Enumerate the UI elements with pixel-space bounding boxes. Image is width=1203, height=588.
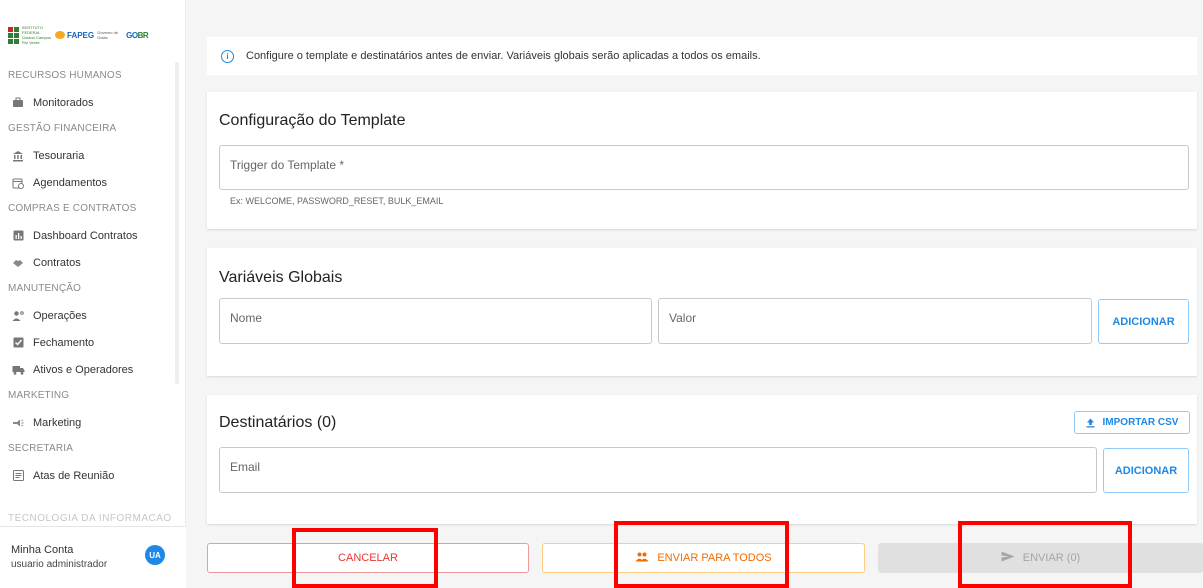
dashboard-icon (11, 229, 25, 243)
sidebar-item-operacoes[interactable]: Operações (0, 302, 176, 329)
send-button[interactable]: ENVIAR (0) (878, 543, 1203, 573)
fapeg-logo-icon (55, 31, 65, 39)
import-csv-button[interactable]: IMPORTAR CSV (1074, 411, 1190, 434)
variable-name-label: Nome (230, 311, 263, 325)
sidebar: INSTITUTO FEDERAL Goiano Campus Rio Verd… (0, 0, 186, 588)
cancel-button[interactable]: CANCELAR (207, 543, 529, 573)
sidebar-item-ativos-e-operadores[interactable]: Ativos e Operadores (0, 356, 176, 383)
account-user: usuario administrador (11, 559, 108, 570)
section-secretaria: SECRETARIA (8, 443, 74, 454)
email-field[interactable]: Email (219, 447, 1097, 493)
section-gestao-financeira: GESTÃO FINANCEIRA (8, 123, 117, 134)
send-to-all-button[interactable]: ENVIAR PARA TODOS (542, 543, 865, 573)
email-field-label: Email (230, 460, 261, 474)
engineering-icon (11, 309, 25, 323)
global-variables-card: Variáveis Globais Nome Valor ADICIONAR (207, 248, 1197, 376)
variable-value-label: Valor (669, 311, 697, 325)
section-recursos-humanos: RECURSOS HUMANOS (8, 70, 122, 81)
sidebar-item-label: Dashboard Contratos (33, 229, 138, 242)
sidebar-item-label: Marketing (33, 416, 82, 429)
card-title: Configuração do Template (219, 112, 406, 129)
account-panel[interactable]: Minha Conta usuario administrador UA (0, 526, 186, 588)
sidebar-item-label: Contratos (33, 256, 81, 269)
card-title: Destinatários (0) (219, 414, 337, 431)
info-text: Configure o template e destinatários ant… (246, 50, 761, 62)
sidebar-item-monitorados[interactable]: Monitorados (0, 89, 176, 116)
sidebar-item-marketing[interactable]: Marketing (0, 409, 176, 436)
if-goiano-logo-icon (8, 26, 19, 44)
avatar[interactable]: UA (145, 545, 165, 565)
section-tecnologia-da-informacao: TECNOLOGIA DA INFORMAÇÃO (8, 513, 172, 521)
megaphone-icon (11, 416, 25, 430)
truck-icon (11, 363, 25, 377)
section-marketing: MARKETING (8, 390, 70, 401)
sidebar-item-fechamento[interactable]: Fechamento (0, 329, 176, 356)
trigger-helper-text: Ex: WELCOME, PASSWORD_RESET, BULK_EMAIL (230, 196, 444, 206)
sidebar-item-label: Monitorados (33, 96, 94, 109)
sidebar-nav: RECURSOS HUMANOS Monitorados GESTÃO FINA… (0, 63, 176, 489)
sidebar-item-label: Atas de Reunião (33, 469, 115, 482)
sidebar-item-label: Ativos e Operadores (33, 363, 134, 376)
info-icon: i (221, 49, 234, 63)
sidebar-item-contratos[interactable]: Contratos (0, 249, 176, 276)
sidebar-scrollbar[interactable] (175, 62, 179, 384)
section-manutencao: MANUTENÇÃO (8, 283, 82, 294)
template-config-card: Configuração do Template Trigger do Temp… (207, 92, 1197, 229)
fapeg-logo: FAPEG (55, 31, 94, 40)
card-title: Variáveis Globais (219, 269, 343, 286)
variable-name-field[interactable]: Nome (219, 298, 652, 344)
send-button-label: ENVIAR (0) (1022, 552, 1081, 564)
gov-logo-text: Governo de Goiás (97, 30, 119, 40)
document-icon (11, 469, 25, 483)
trigger-field-label: Trigger do Template * (230, 158, 345, 172)
if-goiano-logo-text: INSTITUTO FEDERAL Goiano Campus Rio Verd… (22, 25, 51, 45)
send-icon (1001, 551, 1015, 565)
variable-value-field[interactable]: Valor (658, 298, 1092, 344)
bank-icon (11, 149, 25, 163)
sidebar-item-atas-de-reuniao[interactable]: Atas de Reunião (0, 462, 176, 489)
sidebar-item-tesouraria[interactable]: Tesouraria (0, 142, 176, 169)
sidebar-item-label: Fechamento (33, 336, 95, 349)
calendar-clock-icon (11, 176, 25, 190)
sidebar-item-dashboard-contratos[interactable]: Dashboard Contratos (0, 222, 176, 249)
handshake-icon (11, 256, 25, 270)
trigger-field[interactable]: Trigger do Template * (219, 145, 1189, 190)
br-logo: GOBR (126, 30, 149, 40)
sidebar-item-label: Agendamentos (33, 176, 107, 189)
people-icon (11, 96, 25, 110)
cancel-button-label: CANCELAR (338, 552, 398, 564)
institution-logos: INSTITUTO FEDERAL Goiano Campus Rio Verd… (8, 24, 149, 46)
recipients-card: Destinatários (0) IMPORTAR CSV Email ADI… (207, 395, 1197, 524)
info-alert: i Configure o template e destinatários a… (207, 37, 1197, 75)
checkbox-icon (11, 336, 25, 350)
add-variable-button[interactable]: ADICIONAR (1098, 299, 1189, 344)
account-title: Minha Conta (11, 544, 74, 556)
upload-icon (1086, 418, 1095, 428)
main-content: i Configure o template e destinatários a… (187, 0, 1203, 588)
add-recipient-button[interactable]: ADICIONAR (1103, 448, 1189, 493)
section-compras-e-contratos: COMPRAS E CONTRATOS (8, 203, 137, 214)
sidebar-item-label: Operações (33, 309, 87, 322)
sidebar-item-label: Tesouraria (33, 149, 85, 162)
group-icon (635, 552, 649, 565)
send-to-all-label: ENVIAR PARA TODOS (657, 552, 772, 564)
import-csv-label: IMPORTAR CSV (1102, 417, 1179, 428)
sidebar-item-agendamentos[interactable]: Agendamentos (0, 169, 176, 196)
